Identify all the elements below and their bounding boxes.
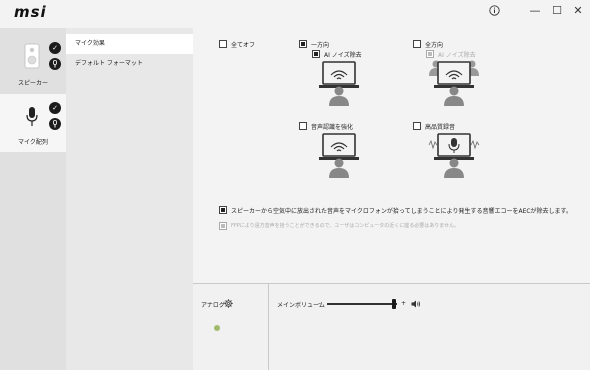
info-icon[interactable]	[484, 2, 504, 18]
high-quality-recording-checkbox[interactable]	[413, 122, 421, 130]
speaker-volume-icon[interactable]	[411, 300, 421, 308]
jack-badge-icon	[49, 118, 61, 130]
omnidirectional-illustration-icon	[429, 60, 479, 106]
aec-checkbox[interactable]	[219, 206, 227, 214]
gear-icon[interactable]	[224, 299, 233, 308]
unidirectional-illustration-icon	[319, 61, 359, 106]
all-off-label: 全てオフ	[231, 42, 256, 49]
status-dot	[214, 325, 220, 331]
omnidirectional-label: 全方向	[425, 42, 444, 49]
high-quality-recording-illustration-icon	[428, 133, 480, 178]
analog-label: アナログ	[201, 302, 225, 309]
close-button[interactable]: ✕	[568, 2, 588, 18]
title-bar: msi — ☐ ✕	[0, 0, 590, 28]
bottom-divider	[268, 284, 269, 370]
device-label-speaker: スピーカー	[17, 80, 48, 87]
menu-item-mic-effects[interactable]: マイク効果	[66, 34, 193, 54]
maximize-button[interactable]: ☐	[547, 2, 567, 18]
unidirectional-label: 一方向	[311, 42, 330, 49]
settings-menu: マイク効果 デフォルト フォーマット	[66, 28, 193, 370]
device-label-mic: マイク配列	[18, 139, 48, 146]
volume-slider[interactable]	[327, 299, 397, 309]
high-quality-recording-label: 高品質録音	[425, 124, 456, 131]
volume-minus[interactable]: –	[318, 300, 321, 307]
aec-label: スピーカーから空気中に放出された音声をマイクロフォンが拾ってしまうことにより発生…	[231, 208, 572, 215]
all-off-checkbox[interactable]	[219, 40, 227, 48]
unidirectional-checkbox[interactable]	[299, 40, 307, 48]
jack-badge-icon	[49, 58, 61, 70]
bottom-panel: アナログ メインボリューム – +	[193, 283, 590, 370]
ai-noise-uni-checkbox[interactable]	[312, 50, 320, 58]
minimize-button[interactable]: —	[525, 2, 545, 18]
msi-logo: msi	[14, 3, 47, 21]
ffp-label: FFPにより遠方音声を拾うことができるので、ユーザはコンピュータの近くに座る必要…	[231, 223, 460, 229]
omnidirectional-checkbox[interactable]	[413, 40, 421, 48]
menu-item-default-format[interactable]: デフォルト フォーマット	[66, 54, 193, 74]
voice-recognition-label: 音声認識を強化	[311, 124, 354, 131]
check-badge-icon: ✓	[49, 42, 61, 54]
speaker-icon	[24, 43, 40, 69]
ai-noise-uni-label: AI ノイズ除去	[324, 52, 362, 59]
ai-noise-omni-checkbox[interactable]	[426, 50, 434, 58]
volume-plus[interactable]: +	[401, 300, 406, 307]
check-badge-icon: ✓	[49, 102, 61, 114]
ffp-checkbox[interactable]	[219, 222, 227, 230]
ai-noise-omni-label: AI ノイズ除去	[438, 52, 476, 59]
volume-slider-thumb[interactable]	[391, 299, 396, 309]
microphone-icon	[26, 107, 38, 126]
mic-effects-panel: 全てオフ 一方向 AI ノイズ除去 全方向 AI ノイズ除去 音声認識を強化 高…	[193, 28, 590, 283]
voice-recognition-checkbox[interactable]	[299, 122, 307, 130]
device-mic-array[interactable]: ✓ マイク配列	[0, 94, 66, 152]
device-speaker[interactable]: ✓ スピーカー	[0, 34, 66, 98]
device-list: ✓ スピーカー ✓ マイク配列	[0, 28, 66, 370]
voice-recognition-illustration-icon	[319, 133, 359, 178]
